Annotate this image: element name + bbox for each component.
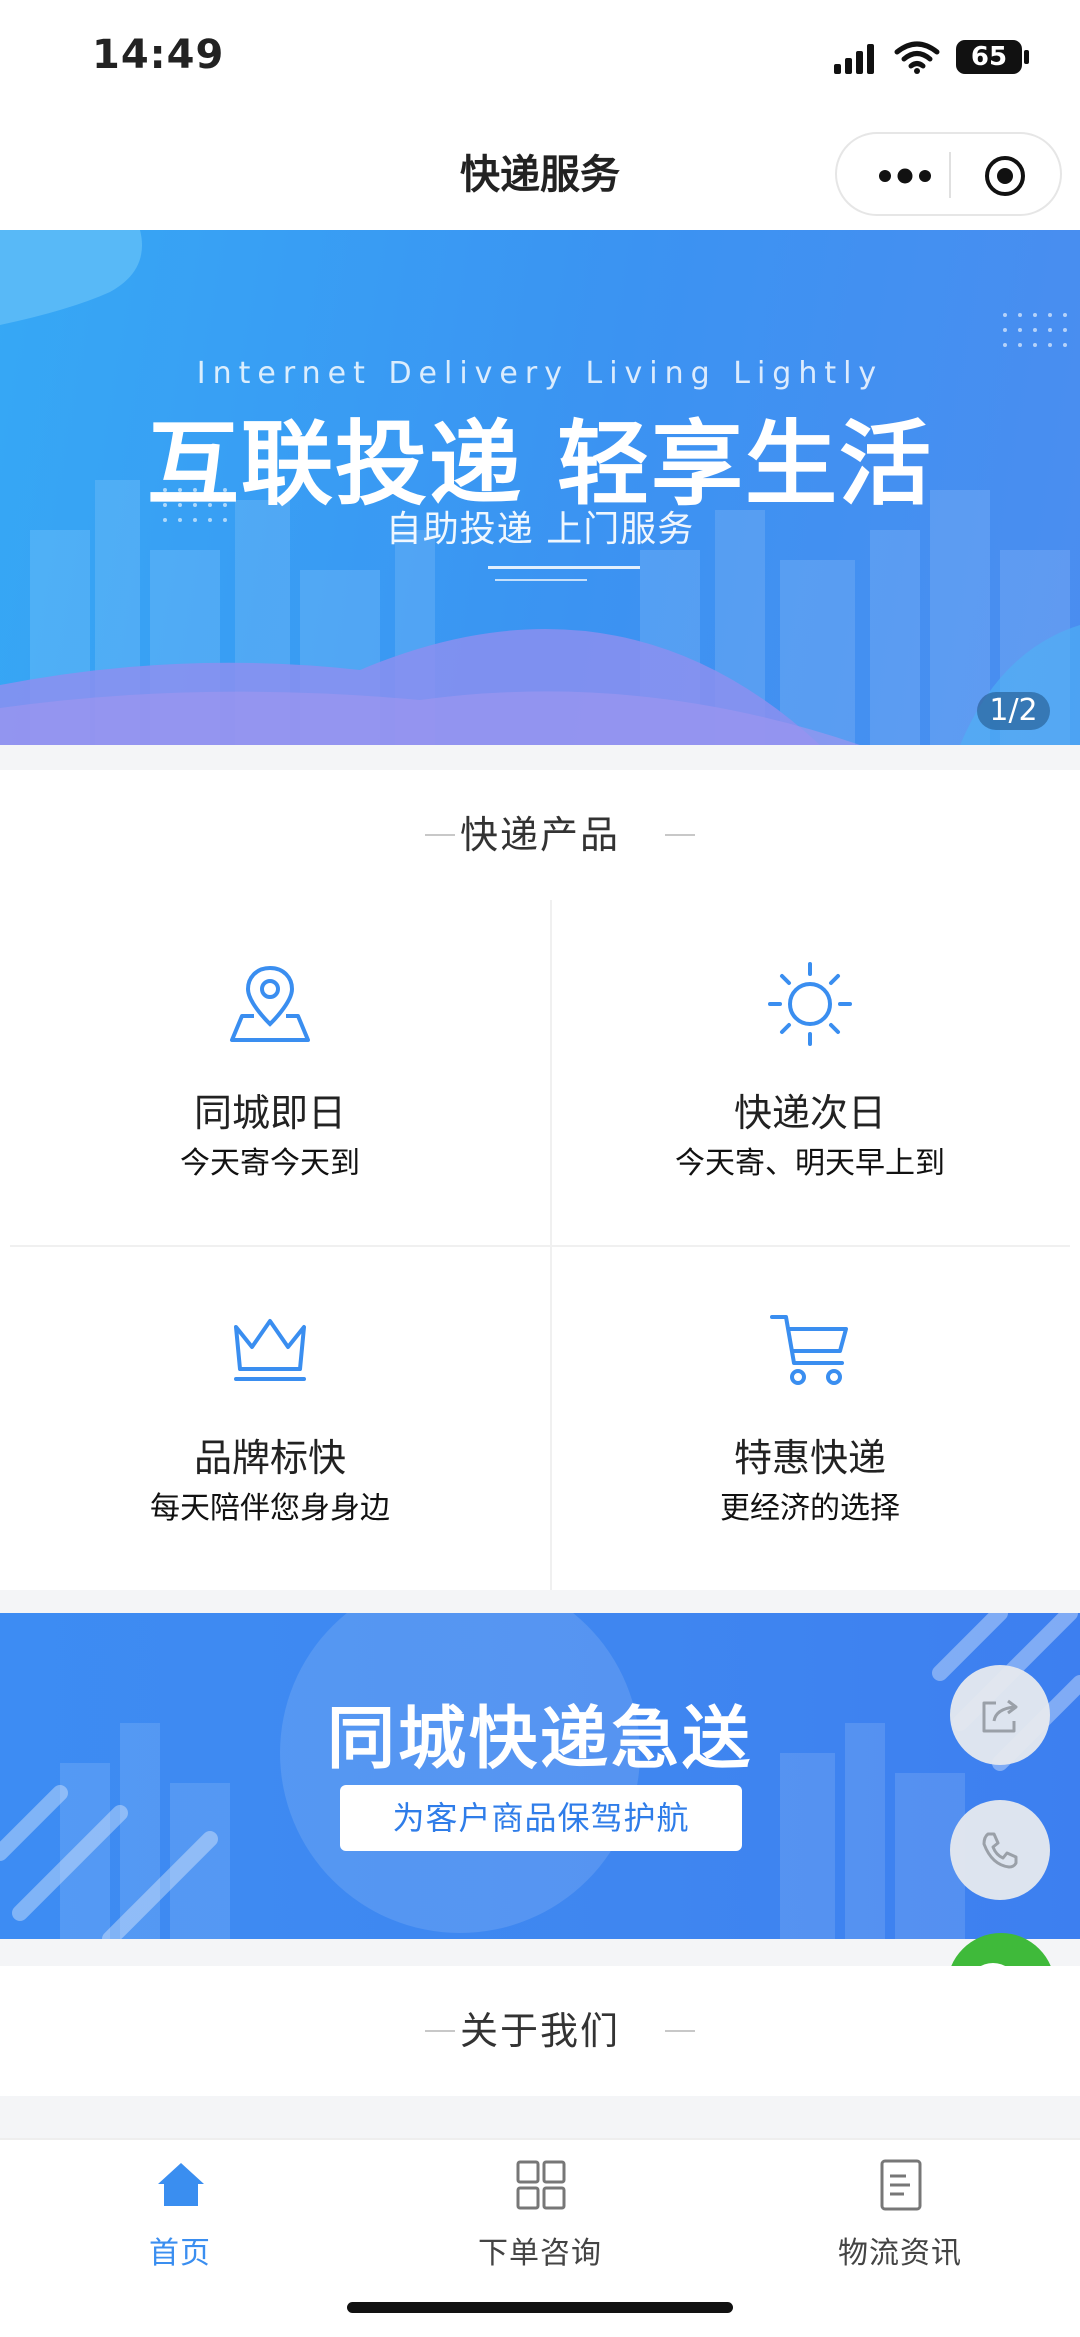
banner-divider-short	[495, 579, 587, 581]
tab-order[interactable]: 下单咨询	[360, 2140, 720, 2300]
call-button[interactable]	[950, 1800, 1050, 1900]
product-card-next-day[interactable]: 快递次日 今天寄、明天早上到	[540, 900, 1080, 1245]
phone-icon	[982, 1832, 1018, 1869]
capsule-divider	[949, 152, 951, 198]
about-title: 关于我们	[459, 2009, 620, 2053]
hero-banner[interactable]: Internet Delivery Living Lightly 互联投递 轻享…	[0, 230, 1080, 745]
tab-home[interactable]: 首页	[0, 2140, 360, 2300]
share-button[interactable]	[950, 1665, 1050, 1765]
cart-icon	[770, 1315, 848, 1385]
banner-subtitle-en: Internet Delivery Living Lightly	[196, 356, 884, 391]
wifi-icon	[894, 41, 940, 74]
product-desc: 更经济的选择	[720, 1491, 900, 1526]
battery-indicator: 65	[956, 40, 1022, 74]
document-icon	[880, 2159, 922, 2211]
crown-icon	[234, 1319, 306, 1381]
product-desc: 每天陪伴您身身边	[150, 1491, 390, 1526]
product-card-standard[interactable]: 品牌标快 每天陪伴您身身边	[0, 1245, 540, 1590]
product-title: 同城即日	[193, 1091, 346, 1135]
banner-subtitle: 自助投递 上门服务	[385, 509, 695, 550]
product-card-economy[interactable]: 特惠快递 更经济的选择	[540, 1245, 1080, 1590]
promo-title: 同城快递急送	[326, 1700, 753, 1779]
tab-label: 首页	[149, 2236, 211, 2271]
status-bar: 14:49 65	[0, 0, 1080, 120]
product-title: 特惠快递	[733, 1436, 886, 1480]
cellular-signal-icon	[834, 44, 874, 74]
home-indicator	[347, 2302, 733, 2313]
battery-cap	[1024, 50, 1029, 64]
tab-news[interactable]: 物流资讯	[720, 2140, 1080, 2300]
product-desc: 今天寄、明天早上到	[675, 1146, 945, 1181]
product-title: 品牌标快	[193, 1436, 346, 1480]
product-card-same-day[interactable]: 同城即日 今天寄今天到	[0, 900, 540, 1245]
share-icon	[982, 1699, 1018, 1733]
more-icon[interactable]	[877, 164, 937, 188]
promo-banner[interactable]: 同城快递急送 为客户商品保驾护航	[0, 1613, 1080, 1939]
product-grid: 同城即日 今天寄今天到 快递次日 今天寄、明天早上到 品牌标快 每天陪伴您身身边	[0, 900, 1080, 1590]
navigation-bar: 快递服务	[0, 120, 1080, 230]
promo-button[interactable]: 为客户商品保驾护航	[340, 1785, 742, 1851]
status-time: 14:49	[92, 32, 225, 78]
banner-pager: 1/2	[977, 692, 1050, 730]
products-section-header: 快递产品	[0, 770, 1080, 900]
about-section-header: 关于我们	[0, 1966, 1080, 2096]
sun-icon	[768, 962, 852, 1046]
grid-icon	[516, 2160, 566, 2210]
home-icon	[158, 2163, 204, 2206]
close-miniprogram-icon[interactable]	[983, 154, 1027, 198]
header-dash-right	[665, 2030, 695, 2032]
header-dash-right	[665, 834, 695, 836]
miniprogram-capsule	[835, 132, 1062, 216]
location-pin-icon	[230, 965, 310, 1042]
product-desc: 今天寄今天到	[180, 1146, 360, 1181]
tab-label: 下单咨询	[478, 2236, 602, 2271]
product-title: 快递次日	[733, 1091, 886, 1135]
products-title: 快递产品	[459, 813, 620, 857]
tab-label: 物流资讯	[838, 2236, 962, 2271]
banner-divider	[488, 566, 640, 569]
